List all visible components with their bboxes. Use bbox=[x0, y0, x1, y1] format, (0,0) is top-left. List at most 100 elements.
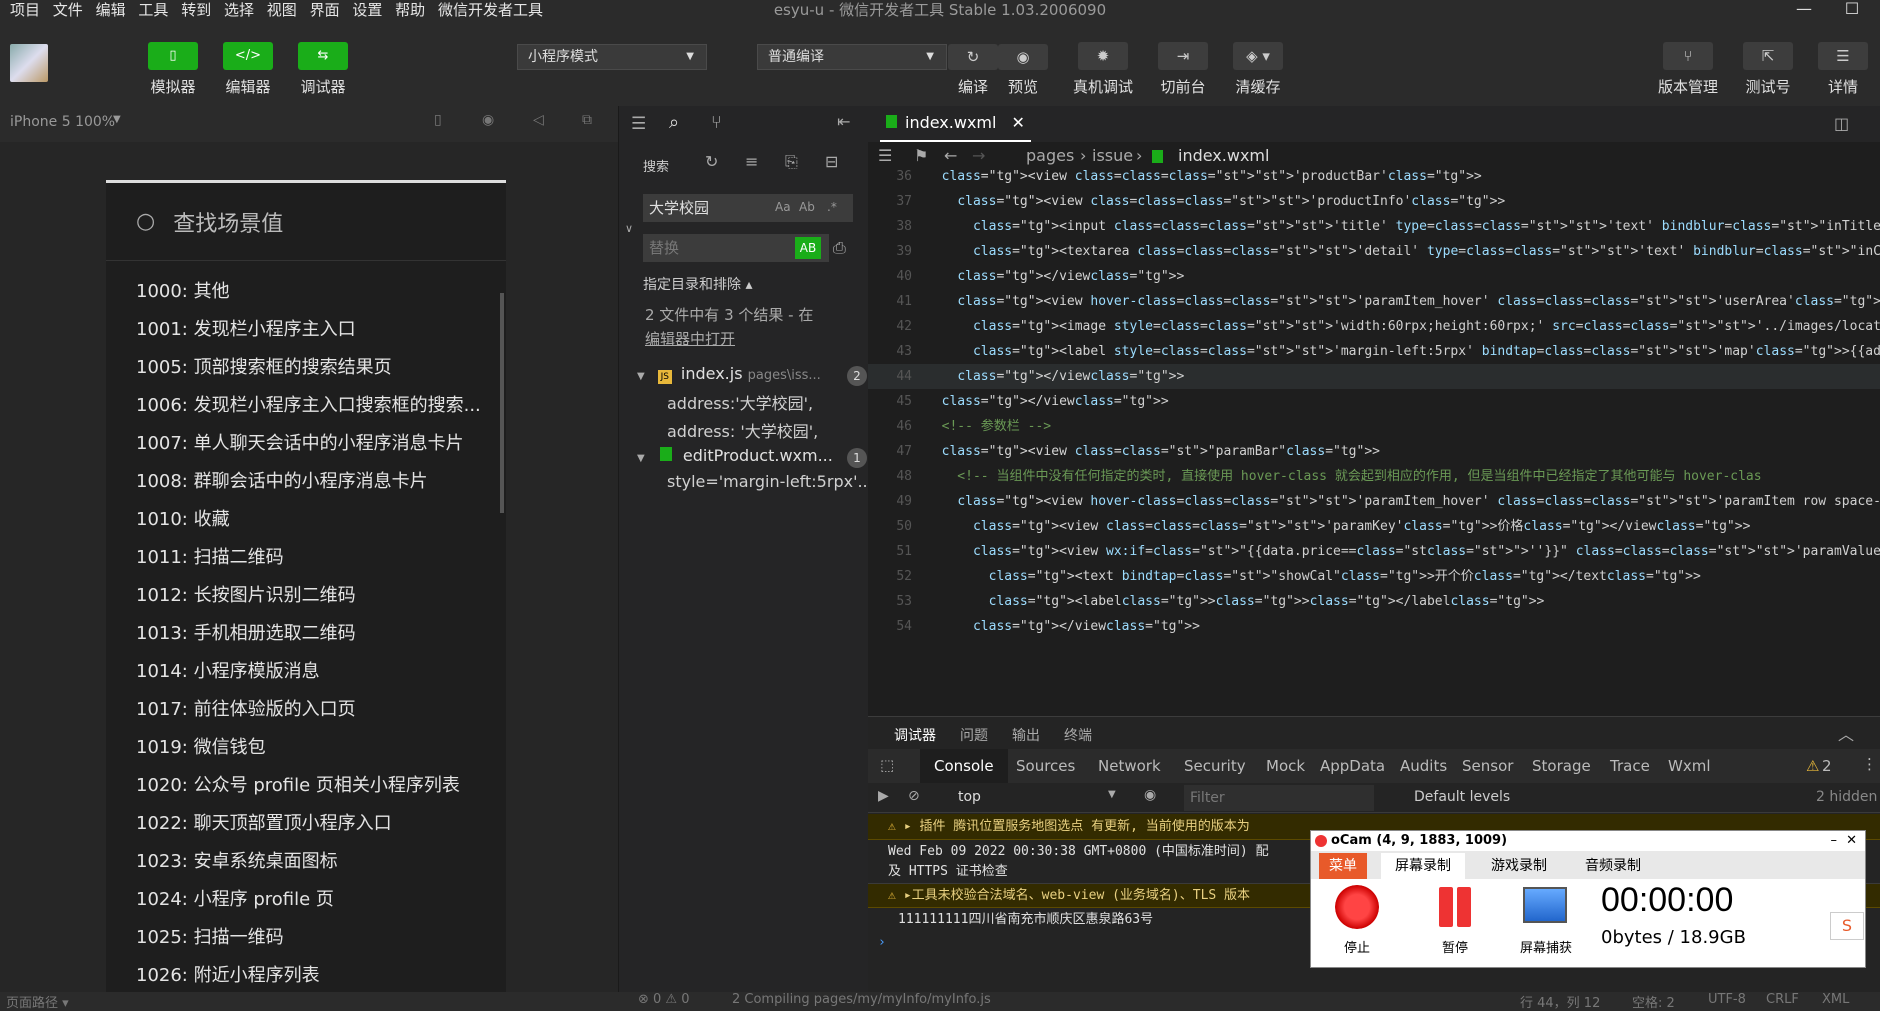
mode-select[interactable]: 小程序模式 ▼ bbox=[517, 44, 707, 70]
match-line[interactable]: address: '大学校园', bbox=[667, 418, 818, 442]
code-line[interactable]: 43 class="tg"><label style=class=class="… bbox=[868, 339, 1880, 364]
tab-appdata[interactable]: AppData bbox=[1320, 757, 1385, 775]
filter-input[interactable]: Filter bbox=[1184, 785, 1374, 811]
code-line[interactable]: 53 class="tg"><labelclass="tg">>class="t… bbox=[868, 589, 1880, 614]
menu-project[interactable]: 项目 bbox=[6, 0, 44, 20]
indent-setting[interactable]: 空格: 2 bbox=[1632, 992, 1675, 1011]
menu-goto[interactable]: 转到 bbox=[177, 0, 215, 20]
bookmark-icon[interactable]: ⚑ bbox=[914, 146, 928, 165]
print-icon[interactable]: ⎙ bbox=[833, 238, 846, 258]
sidebar-toggle-icon[interactable]: ▶ bbox=[878, 788, 889, 804]
code-line[interactable]: 45 class="tg"></viewclass="tg">> bbox=[868, 389, 1880, 414]
avatar[interactable] bbox=[10, 44, 48, 82]
debugger-icon[interactable]: ⇆ bbox=[298, 42, 348, 70]
language-mode[interactable]: XML bbox=[1822, 992, 1849, 1007]
ocam-tab-game[interactable]: 游戏录制 bbox=[1477, 853, 1561, 879]
collapse-icon[interactable]: ⇤ bbox=[837, 112, 850, 131]
search-input[interactable]: 大学校园 bbox=[643, 194, 853, 222]
chevron-up-icon[interactable]: ︿ bbox=[1838, 721, 1854, 745]
search-icon[interactable]: ⌕ bbox=[669, 112, 679, 133]
scene-item[interactable]: 1006: 发现栏小程序主入口搜索框的搜索... bbox=[106, 387, 506, 425]
share-icon[interactable]: ⇱ bbox=[1743, 42, 1793, 70]
minimize-icon[interactable]: — bbox=[1790, 0, 1818, 20]
code-line[interactable]: 50 class="tg"><view class=class=class="s… bbox=[868, 514, 1880, 539]
simulator-icon[interactable]: ▯ bbox=[148, 42, 198, 70]
code-line[interactable]: 51 class="tg"><view wx:if=class="st">"{{… bbox=[868, 539, 1880, 564]
split-editor-icon[interactable]: ◫ bbox=[1834, 114, 1849, 133]
more-icon[interactable]: ⋮ bbox=[1862, 755, 1877, 773]
scene-item[interactable]: 1023: 安卓系统桌面图标 bbox=[106, 843, 506, 881]
code-line[interactable]: 36 class="tg"><view class=class=class="s… bbox=[868, 164, 1880, 189]
back-icon[interactable]: ← bbox=[944, 146, 957, 165]
close-icon[interactable]: ✕ bbox=[1012, 113, 1025, 132]
ocam-tab-menu[interactable]: 菜单 bbox=[1319, 853, 1367, 879]
list-icon[interactable]: ☰ bbox=[878, 146, 892, 165]
menu-view[interactable]: 视图 bbox=[263, 0, 301, 20]
phone-icon[interactable]: ▯ bbox=[434, 112, 442, 128]
code-line[interactable]: 44 class="tg"></viewclass="tg">> bbox=[868, 364, 1880, 389]
scene-item[interactable]: 1022: 聊天顶部置顶小程序入口 bbox=[106, 805, 506, 843]
pause-label[interactable]: 暂停 bbox=[1425, 937, 1485, 956]
page-path-select[interactable]: 页面路径 ▾ bbox=[6, 992, 69, 1011]
code-line[interactable]: 47 class="tg"><view class=class="st">"pa… bbox=[868, 439, 1880, 464]
scene-item[interactable]: 1011: 扫描二维码 bbox=[106, 539, 506, 577]
tab-sensor[interactable]: Sensor bbox=[1462, 757, 1513, 775]
menu-file[interactable]: 文件 bbox=[49, 0, 87, 20]
code-line[interactable]: 46 <!-- 参数栏 --> bbox=[868, 414, 1880, 439]
chevron-down-icon[interactable]: ∨ bbox=[625, 222, 633, 235]
minimize-icon[interactable]: – bbox=[1831, 831, 1838, 851]
window-icon[interactable]: ⧉ bbox=[582, 112, 592, 128]
regex-icon[interactable]: .* bbox=[827, 200, 837, 214]
result-file[interactable]: ▼ JS index.js pages\iss... 2 bbox=[637, 364, 869, 388]
layers-icon[interactable]: ◈ ▾ bbox=[1233, 42, 1283, 70]
scene-item[interactable]: 1026: 附近小程序列表 bbox=[106, 957, 506, 995]
replace-all-button[interactable]: AB bbox=[795, 237, 821, 259]
context-select[interactable]: top bbox=[958, 789, 981, 805]
collapse-all-icon[interactable]: ⊟ bbox=[825, 152, 838, 171]
tab-debugger[interactable]: 调试器 bbox=[894, 725, 936, 751]
menu-tools[interactable]: 工具 bbox=[134, 0, 172, 20]
scene-item[interactable]: 1025: 扫描一维码 bbox=[106, 919, 506, 957]
tab-terminal[interactable]: 终端 bbox=[1064, 725, 1092, 745]
menu-devtools[interactable]: 微信开发者工具 bbox=[434, 0, 547, 20]
close-icon[interactable]: ✕ bbox=[1846, 831, 1857, 851]
whole-word-icon[interactable]: Ab bbox=[799, 200, 815, 214]
code-line[interactable]: 54 class="tg"></viewclass="tg">> bbox=[868, 614, 1880, 639]
bug-icon[interactable]: ✹ bbox=[1078, 42, 1128, 70]
stop-icon[interactable] bbox=[1335, 885, 1379, 929]
stop-label[interactable]: 停止 bbox=[1327, 937, 1387, 956]
scene-item[interactable]: 1010: 收藏 bbox=[106, 501, 506, 539]
scene-item[interactable]: 1001: 发现栏小程序主入口 bbox=[106, 311, 506, 349]
compile-select[interactable]: 普通编译 ▼ bbox=[757, 44, 947, 70]
tab-mock[interactable]: Mock bbox=[1266, 757, 1305, 775]
monitor-icon[interactable] bbox=[1523, 887, 1567, 923]
problems-count[interactable]: ⊗ 0 ⚠ 0 bbox=[638, 992, 690, 1007]
refresh-icon[interactable]: ↻ bbox=[948, 44, 998, 70]
code-line[interactable]: 42 class="tg"><image style=class=class="… bbox=[868, 314, 1880, 339]
pause-icon[interactable] bbox=[1457, 887, 1471, 927]
forward-icon[interactable]: → bbox=[972, 146, 985, 165]
breadcrumb-item[interactable]: index.wxml bbox=[1178, 146, 1269, 165]
breadcrumb-item[interactable]: issue bbox=[1092, 146, 1133, 165]
cursor-position[interactable]: 行 44，列 12 bbox=[1520, 992, 1600, 1011]
code-line[interactable]: 39 class="tg"><textarea class=class=clas… bbox=[868, 239, 1880, 264]
tab-storage[interactable]: Storage bbox=[1532, 757, 1591, 775]
code-line[interactable]: 38 class="tg"><input class=class=class="… bbox=[868, 214, 1880, 239]
menu-select[interactable]: 选择 bbox=[220, 0, 258, 20]
tab-audits[interactable]: Audits bbox=[1400, 757, 1447, 775]
code-area[interactable]: 36 class="tg"><view class=class=class="s… bbox=[868, 164, 1880, 716]
result-file[interactable]: ▼ editProduct.wxm... 1 bbox=[637, 446, 869, 470]
scene-item[interactable]: 1005: 顶部搜索框的搜索结果页 bbox=[106, 349, 506, 387]
switch-icon[interactable]: ⇥ bbox=[1158, 42, 1208, 70]
list-icon[interactable]: ☰ bbox=[631, 114, 646, 134]
tab-sources[interactable]: Sources bbox=[1016, 757, 1075, 775]
match-case-icon[interactable]: Aa bbox=[775, 200, 791, 214]
tab-network[interactable]: Network bbox=[1098, 757, 1161, 775]
clear-console-icon[interactable]: ⊘ bbox=[908, 788, 920, 804]
capture-label[interactable]: 屏幕捕获 bbox=[1511, 937, 1581, 956]
pause-icon[interactable] bbox=[1439, 887, 1453, 927]
tab-security[interactable]: Security bbox=[1184, 757, 1246, 775]
volume-icon[interactable]: ◁ bbox=[533, 112, 544, 128]
ocam-tab-audio[interactable]: 音频录制 bbox=[1571, 853, 1655, 879]
code-line[interactable]: 37 class="tg"><view class=class=class="s… bbox=[868, 189, 1880, 214]
